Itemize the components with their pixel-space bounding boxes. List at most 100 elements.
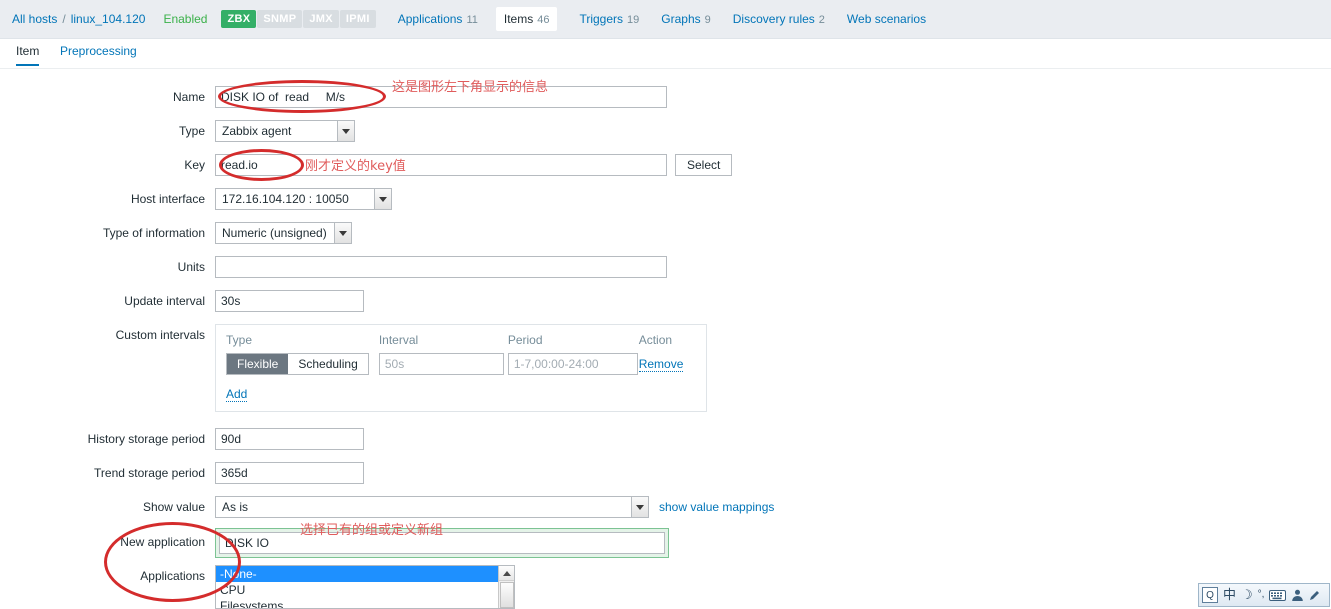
form-tab-bar: Item Preprocessing	[0, 39, 1331, 69]
nav-items-count: 46	[537, 14, 550, 26]
custom-intervals-col-period: Period	[507, 333, 543, 347]
show-value-mappings-link[interactable]: show value mappings	[659, 496, 774, 518]
protocol-badge-snmp[interactable]: SNMP	[257, 10, 303, 28]
new-application-input[interactable]	[219, 532, 665, 554]
show-value-select[interactable]: As is	[215, 496, 649, 518]
applications-scrollbar[interactable]	[498, 566, 514, 608]
host-status-enabled[interactable]: Enabled	[163, 12, 207, 26]
nav-graphs-count: 9	[704, 14, 711, 26]
field-row-update-interval: Update interval	[0, 290, 364, 312]
interval-type-toggle[interactable]: Flexible Scheduling	[226, 353, 379, 375]
name-label: Name	[172, 90, 205, 104]
tab-item[interactable]: Item	[16, 44, 40, 66]
field-row-key: Key Select	[0, 154, 733, 176]
trend-input[interactable]	[215, 462, 364, 484]
history-label: History storage period	[87, 432, 205, 446]
protocol-badge-group: ZBX SNMP JMX IPMI	[221, 10, 376, 28]
type-of-information-select[interactable]: Numeric (unsigned)	[215, 222, 352, 244]
nav-discovery-rules[interactable]: Discovery rules 2	[733, 12, 825, 26]
field-row-new-application: New application	[0, 528, 669, 558]
show-value-label: Show value	[142, 500, 205, 514]
nav-graphs-label: Graphs	[661, 12, 701, 26]
field-row-type: Type Zabbix agent	[0, 120, 355, 142]
field-row-applications: Applications -None- CPU Filesystems	[0, 565, 515, 609]
protocol-badge-ipmi[interactable]: IPMI	[339, 10, 376, 28]
ime-punctuation-icon[interactable]: °,	[1258, 588, 1265, 602]
breadcrumb-host-name[interactable]: linux_104.120	[71, 12, 146, 26]
nav-applications[interactable]: Applications 11	[398, 12, 478, 26]
custom-intervals-col-interval: Interval	[378, 333, 419, 347]
custom-intervals-label: Custom intervals	[115, 328, 205, 342]
units-input[interactable]	[215, 256, 667, 278]
chevron-down-icon	[374, 189, 391, 209]
ime-moon-icon[interactable]: ☽	[1241, 588, 1253, 602]
field-row-type-of-information: Type of information Numeric (unsigned)	[0, 222, 352, 244]
scrollbar-thumb[interactable]	[500, 582, 514, 608]
update-interval-input[interactable]	[215, 290, 364, 312]
custom-interval-add-link[interactable]: Add	[226, 387, 248, 402]
application-option-none[interactable]: -None-	[216, 566, 498, 582]
name-input[interactable]	[215, 86, 667, 108]
key-select-button[interactable]: Select	[675, 154, 733, 176]
breadcrumb-all-hosts[interactable]: All hosts	[12, 12, 57, 26]
history-input[interactable]	[215, 428, 364, 450]
nav-triggers-count: 19	[627, 14, 640, 26]
nav-triggers[interactable]: Triggers 19	[579, 12, 639, 26]
keyboard-icon[interactable]	[1269, 589, 1287, 601]
nav-discovery-rules-label: Discovery rules	[732, 12, 815, 26]
custom-interval-input[interactable]	[378, 353, 504, 375]
type-select[interactable]: Zabbix agent	[215, 120, 355, 142]
update-interval-label: Update interval	[124, 294, 205, 308]
interval-type-scheduling[interactable]: Scheduling	[288, 354, 368, 374]
nav-discovery-rules-count: 2	[818, 14, 825, 26]
nav-graphs[interactable]: Graphs 9	[661, 12, 710, 26]
host-interface-value: 172.16.104.120 : 10050	[222, 192, 349, 206]
type-of-information-label: Type of information	[102, 226, 205, 240]
host-interface-select[interactable]: 172.16.104.120 : 10050	[215, 188, 392, 210]
key-input[interactable]	[215, 154, 667, 176]
application-option-cpu[interactable]: CPU	[216, 582, 498, 598]
chevron-down-icon	[631, 497, 648, 517]
field-row-trend: Trend storage period	[0, 462, 364, 484]
custom-intervals-col-type: Type	[226, 333, 253, 347]
host-header-bar: All hosts / linux_104.120 Enabled ZBX SN…	[0, 0, 1331, 39]
ime-language-icon[interactable]: 中	[1223, 588, 1236, 602]
breadcrumb-separator: /	[62, 12, 66, 26]
custom-interval-remove-link[interactable]: Remove	[638, 357, 684, 372]
new-application-highlight	[215, 528, 669, 558]
nav-web-scenarios-label: Web scenarios	[846, 12, 927, 26]
trend-label: Trend storage period	[94, 466, 205, 480]
applications-listbox[interactable]: -None- CPU Filesystems	[215, 565, 515, 609]
custom-period-input[interactable]	[507, 353, 638, 375]
custom-intervals-table: Type Interval Period Action Flexible Sch…	[215, 324, 707, 412]
key-label: Key	[184, 158, 205, 172]
protocol-badge-zbx[interactable]: ZBX	[221, 10, 257, 28]
nav-web-scenarios[interactable]: Web scenarios	[847, 12, 926, 26]
protocol-badge-jmx[interactable]: JMX	[303, 10, 339, 28]
type-select-value: Zabbix agent	[222, 124, 292, 138]
ime-toolbar[interactable]: Q 中 ☽ °,	[1198, 583, 1330, 607]
nav-items[interactable]: Items 46	[495, 7, 558, 31]
ime-logo-icon[interactable]: Q	[1202, 587, 1218, 603]
field-row-host-interface: Host interface 172.16.104.120 : 10050	[0, 188, 392, 210]
custom-intervals-row: Flexible Scheduling Remove	[226, 353, 696, 375]
custom-intervals-header-row: Type Interval Period Action	[226, 333, 696, 347]
applications-label: Applications	[140, 569, 205, 583]
nav-items-label: Items	[503, 12, 534, 26]
ime-pencil-icon[interactable]	[1309, 590, 1320, 601]
nav-applications-label: Applications	[397, 12, 463, 26]
type-of-information-value: Numeric (unsigned)	[222, 226, 327, 240]
field-row-history: History storage period	[0, 428, 364, 450]
scroll-up-arrow-icon[interactable]	[499, 566, 514, 581]
application-option-filesystems[interactable]: Filesystems	[216, 598, 498, 608]
tab-preprocessing[interactable]: Preprocessing	[60, 44, 137, 64]
field-row-name: Name	[0, 86, 667, 108]
nav-applications-count: 11	[466, 14, 478, 26]
field-row-custom-intervals: Custom intervals Type Interval Period Ac…	[0, 324, 707, 412]
type-label: Type	[178, 124, 205, 138]
interval-type-flexible[interactable]: Flexible	[227, 354, 289, 374]
ime-toolbox-icon[interactable]	[1291, 589, 1304, 602]
host-interface-label: Host interface	[130, 192, 205, 206]
new-application-label: New application	[120, 535, 205, 549]
custom-intervals-col-action: Action	[638, 333, 673, 347]
